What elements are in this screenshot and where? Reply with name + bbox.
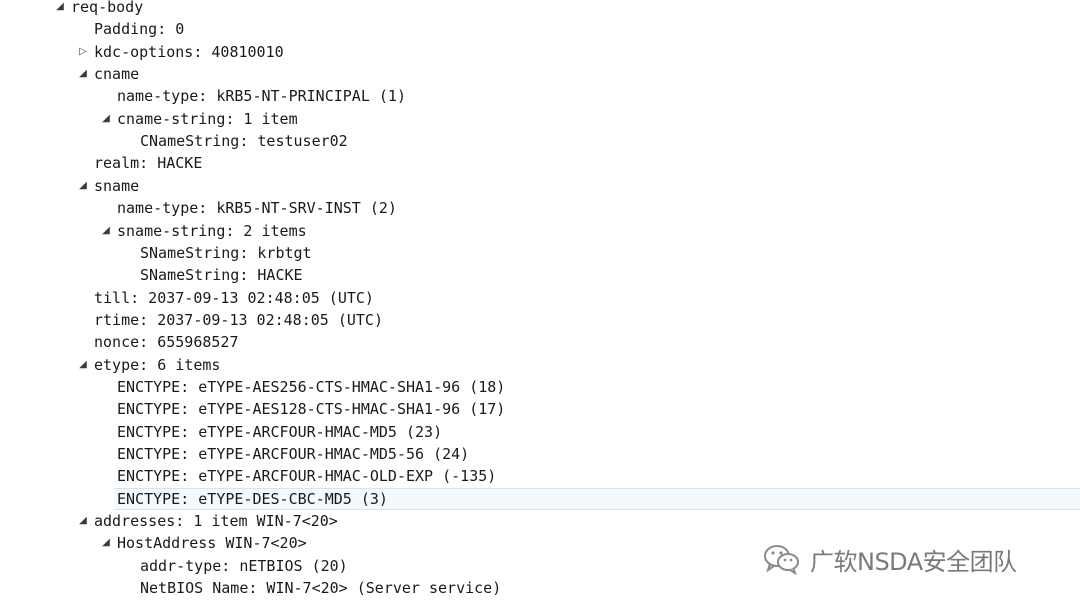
tree-row[interactable]: NetBIOS Name: WIN-7<20> (Server service) [0, 577, 1080, 599]
tree-row-label: ENCTYPE: eTYPE-AES128-CTS-HMAC-SHA1-96 (… [117, 400, 506, 419]
tree-row[interactable]: ENCTYPE: eTYPE-AES128-CTS-HMAC-SHA1-96 (… [0, 398, 1080, 420]
tree-row-label: ENCTYPE: eTYPE-ARCFOUR-HMAC-MD5-56 (24) [117, 445, 470, 463]
tree-row[interactable]: ENCTYPE: eTYPE-AES256-CTS-HMAC-SHA1-96 (… [0, 376, 1080, 398]
tree-row[interactable]: ◢ sname-string: 2 items [0, 220, 1080, 242]
tree-row-label: Padding: 0 [94, 20, 185, 39]
tree-row[interactable]: Padding: 0 [0, 18, 1080, 40]
packet-details-tree: ◢ req-body Padding: 0 ▷ kdc-options: 4081001… [0, 0, 1080, 607]
tree-row-label: nonce: 655968527 [94, 333, 239, 352]
tree-row-label: CNameString: testuser02 [140, 132, 348, 151]
tree-row-label: ENCTYPE: eTYPE-DES-CBC-MD5 (3) [117, 489, 388, 508]
tree-row[interactable]: SNameString: krbtgt [0, 242, 1080, 264]
tree-row-label: req-body [71, 0, 144, 16]
triangle-expanded-icon[interactable]: ◢ [53, 0, 67, 18]
tree-row-label: ENCTYPE: eTYPE-ARCFOUR-HMAC-MD5 (23) [117, 422, 443, 441]
tree-row-label: SNameString: HACKE [140, 266, 303, 285]
tree-row-label: cname-string: 1 item [117, 109, 298, 128]
tree-row-label: addr-type: nETBIOS (20) [140, 556, 348, 575]
tree-row[interactable]: realm: HACKE [0, 152, 1080, 174]
tree-row[interactable]: name-type: kRB5-NT-SRV-INST (2) [0, 197, 1080, 219]
triangle-expanded-icon[interactable]: ◢ [99, 220, 113, 242]
tree-row-label: realm: HACKE [94, 154, 203, 173]
tree-row[interactable]: till: 2037-09-13 02:48:05 (UTC) [0, 287, 1080, 309]
tree-row[interactable]: name-type: kRB5-NT-PRINCIPAL (1) [0, 85, 1080, 107]
tree-row[interactable]: ENCTYPE: eTYPE-ARCFOUR-HMAC-OLD-EXP (-13… [0, 465, 1080, 487]
triangle-expanded-icon[interactable]: ◢ [76, 63, 90, 85]
tree-row-label: name-type: kRB5-NT-SRV-INST (2) [117, 199, 397, 218]
tree-row[interactable]: rtime: 2037-09-13 02:48:05 (UTC) [0, 309, 1080, 331]
tree-row[interactable]: ENCTYPE: eTYPE-DES-CBC-MD5 (3) [114, 487, 1080, 510]
triangle-expanded-icon[interactable]: ◢ [99, 532, 113, 554]
tree-row[interactable]: SNameString: HACKE [0, 264, 1080, 286]
triangle-expanded-icon[interactable]: ◢ [99, 108, 113, 130]
watermark-text: 广软NSDA安全团队 [810, 547, 1017, 576]
tree-row[interactable]: ◢ req-body [0, 0, 1080, 18]
tree-row-label: ENCTYPE: eTYPE-AES256-CTS-HMAC-SHA1-96 (… [117, 377, 506, 396]
tree-row-label: NetBIOS Name: WIN-7<20> (Server service) [140, 579, 502, 598]
tree-row-label: cname [94, 65, 140, 84]
tree-row[interactable]: ◢ cname-string: 1 item [0, 108, 1080, 130]
tree-row[interactable]: ◢ addresses: 1 item WIN-7<20> [0, 510, 1080, 532]
triangle-collapsed-icon[interactable]: ▷ [76, 41, 90, 63]
tree-row[interactable]: nonce: 655968527 [0, 331, 1080, 353]
tree-row[interactable]: CNameString: testuser02 [0, 130, 1080, 152]
wechat-icon [764, 545, 799, 575]
tree-row-label: rtime: 2037-09-13 02:48:05 (UTC) [94, 310, 383, 329]
tree-row[interactable]: ENCTYPE: eTYPE-ARCFOUR-HMAC-MD5 (23) [0, 421, 1080, 443]
tree-row-label: sname [94, 176, 140, 195]
tree-row-label: ENCTYPE: eTYPE-ARCFOUR-HMAC-OLD-EXP (-13… [117, 467, 497, 486]
tree-row[interactable]: ▷ kdc-options: 40810010 [0, 41, 1080, 63]
triangle-expanded-icon[interactable]: ◢ [76, 175, 90, 197]
tree-row-label: kdc-options: 40810010 [94, 42, 284, 61]
triangle-expanded-icon[interactable]: ◢ [76, 510, 90, 532]
tree-row-label: till: 2037-09-13 02:48:05 (UTC) [94, 288, 374, 307]
tree-row[interactable]: ◢ cname [0, 63, 1080, 85]
triangle-expanded-icon[interactable]: ◢ [76, 354, 90, 376]
tree-row-label: sname-string: 2 items [117, 221, 307, 240]
tree-row[interactable]: ◢ sname [0, 175, 1080, 197]
tree-row[interactable]: ENCTYPE: eTYPE-ARCFOUR-HMAC-MD5-56 (24) [0, 443, 1080, 465]
tree-row-label: HostAddress WIN-7<20> [117, 534, 307, 553]
tree-row-label: name-type: kRB5-NT-PRINCIPAL (1) [117, 87, 406, 106]
tree-row-label: SNameString: krbtgt [140, 243, 312, 262]
tree-row[interactable]: ◢ etype: 6 items [0, 354, 1080, 376]
tree-row-label: addresses: 1 item WIN-7<20> [94, 512, 338, 531]
watermark: 广软NSDA安全团队 [762, 542, 1017, 576]
tree-row-label: etype: 6 items [94, 355, 221, 374]
